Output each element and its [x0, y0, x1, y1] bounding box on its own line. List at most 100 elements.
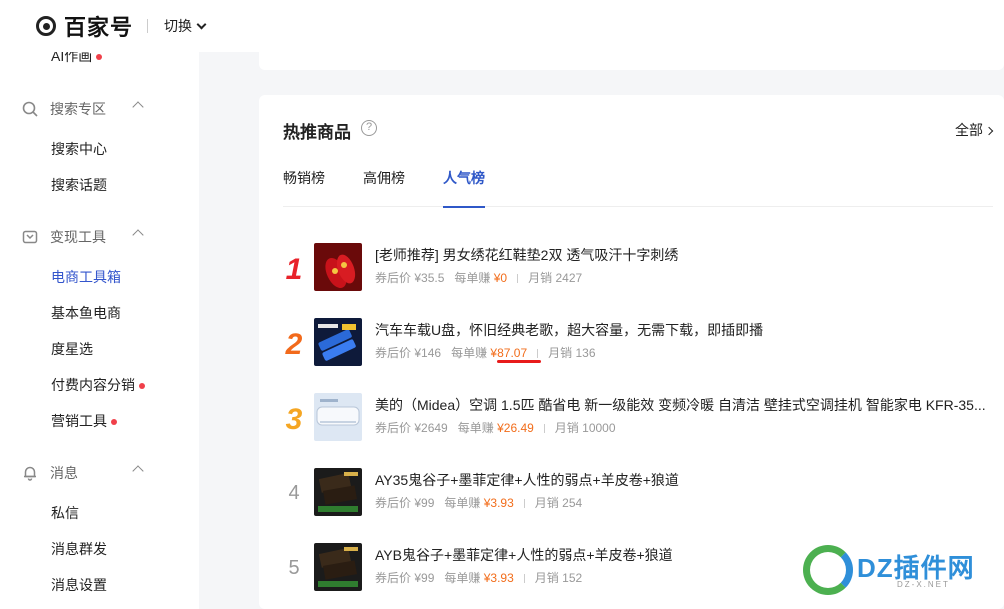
divider — [517, 274, 519, 284]
product-title[interactable]: [老师推荐] 男女绣花红鞋垫2双 透气吸汗十字刺绣 — [375, 245, 995, 265]
logo-icon — [36, 16, 56, 36]
sidebar-item-ecommerce-toolbox[interactable]: 电商工具箱 — [51, 267, 121, 287]
sidebar-item-ai-drawing[interactable]: AI作画 — [51, 52, 103, 66]
sidebar-group-label: 变现工具 — [50, 229, 106, 245]
sales-label: 月销 — [534, 571, 559, 585]
sidebar-item-message-settings[interactable]: 消息设置 — [51, 575, 107, 595]
product-meta: 券后价 ¥99 每单赚 ¥3.93 月销 254 — [375, 494, 582, 511]
sales-label: 月销 — [554, 421, 579, 435]
price-value: ¥35.5 — [414, 271, 445, 285]
divider — [147, 19, 149, 33]
switch-label: 切换 — [164, 18, 193, 34]
sidebar-item-private-messages[interactable]: 私信 — [51, 503, 79, 523]
rank-number: 3 — [285, 403, 303, 436]
sales-label: 月销 — [534, 496, 559, 510]
rank-number: 2 — [285, 328, 303, 361]
earn-label: 每单赚 — [451, 346, 488, 360]
bell-icon — [24, 466, 36, 481]
chevron-right-icon — [984, 126, 994, 136]
rank-number: 5 — [288, 557, 300, 579]
watermark: DZ插件网 DZ-X.NET — [803, 542, 993, 602]
product-meta: 券后价 ¥146 每单赚 ¥87.07 月销 136 — [375, 344, 596, 361]
product-title[interactable]: AY35鬼谷子+墨菲定律+人性的弱点+羊皮卷+狼道 — [375, 470, 995, 490]
handwritten-underline — [497, 360, 541, 363]
earn-label: 每单赚 — [457, 421, 494, 435]
divider — [537, 349, 539, 359]
sidebar-item-paid-content[interactable]: 付费内容分销 — [51, 375, 145, 395]
sidebar-group-monetize[interactable]: 变现工具 — [22, 227, 144, 247]
divider — [523, 574, 525, 584]
new-dot — [139, 383, 145, 390]
sales-label: 月销 — [548, 346, 573, 360]
divider — [523, 499, 525, 509]
sidebar-item-label: 付费内容分销 — [51, 377, 135, 393]
brand-logo[interactable]: 百家号 — [36, 10, 133, 42]
earn-value: ¥87.07 — [490, 346, 528, 360]
sidebar-item-marketing[interactable]: 营销工具 — [51, 411, 117, 431]
divider — [543, 424, 545, 434]
product-row[interactable]: 4 AY35鬼谷子+墨菲定律+人性的弱点+羊皮卷+狼道 券后价 ¥99 每单赚 ¥… — [259, 468, 1004, 528]
earn-value: ¥3.93 — [483, 496, 514, 510]
tab-high-commission[interactable]: 高佣榜 — [363, 168, 405, 207]
earn-value: ¥3.93 — [483, 571, 514, 585]
sidebar-item-jimuyu[interactable]: 基本鱼电商 — [51, 303, 121, 323]
product-row[interactable]: 3 美的（Midea）空调 1.5匹 酷省电 新一级能效 变频冷暖 自清洁 壁挂… — [259, 393, 1004, 453]
sidebar-group-label: 搜索专区 — [50, 101, 106, 117]
product-row[interactable]: 2 汽车车载U盘，怀旧经典老歌，超大容量，无需下载，即插即播 券后价 ¥146 每… — [259, 318, 1004, 378]
product-thumbnail[interactable] — [314, 318, 362, 366]
hot-products-card: 热推商品 ? 全部 畅销榜 高佣榜 人气榜 1 [老师推荐] 男女绣花红鞋垫2双… — [259, 95, 1004, 609]
switch-button[interactable]: 切换 — [164, 16, 207, 36]
tab-bestsellers[interactable]: 畅销榜 — [283, 168, 325, 207]
new-dot — [96, 54, 103, 61]
sidebar-item-label: 营销工具 — [51, 413, 107, 429]
view-all-label: 全部 — [955, 122, 983, 138]
earn-label: 每单赚 — [444, 496, 481, 510]
product-meta: 券后价 ¥35.5 每单赚 ¥0 月销 2427 — [375, 269, 582, 286]
card-title: 热推商品 — [283, 123, 351, 142]
product-title[interactable]: 汽车车载U盘，怀旧经典老歌，超大容量，无需下载，即插即播 — [375, 320, 995, 340]
ranking-tabs: 畅销榜 高佣榜 人气榜 — [283, 165, 993, 208]
price-label: 券后价 — [375, 571, 412, 585]
chevron-up-icon — [132, 101, 144, 113]
tab-popularity[interactable]: 人气榜 — [443, 168, 485, 208]
product-thumbnail[interactable] — [314, 468, 362, 516]
view-all-link[interactable]: 全部 — [955, 120, 994, 140]
earn-label: 每单赚 — [444, 571, 481, 585]
sales-value: 136 — [575, 346, 596, 360]
sidebar-item-search-topics[interactable]: 搜索话题 — [51, 175, 107, 195]
earn-value: ¥26.49 — [497, 421, 534, 435]
price-value: ¥146 — [414, 346, 442, 360]
sidebar-item-label: AI作画 — [51, 52, 93, 64]
price-value: ¥2649 — [414, 421, 448, 435]
new-dot — [111, 419, 117, 426]
product-title[interactable]: 美的（Midea）空调 1.5匹 酷省电 新一级能效 变频冷暖 自清洁 壁挂式空… — [375, 395, 995, 415]
product-thumbnail[interactable] — [314, 393, 362, 441]
earn-label: 每单赚 — [454, 271, 491, 285]
product-meta: 券后价 ¥2649 每单赚 ¥26.49 月销 10000 — [375, 419, 616, 436]
product-meta: 券后价 ¥99 每单赚 ¥3.93 月销 152 — [375, 569, 582, 586]
rank-number: 4 — [288, 482, 300, 504]
sidebar-group-search[interactable]: 搜索专区 — [22, 99, 144, 119]
earn-value: ¥0 — [493, 271, 508, 285]
help-icon[interactable]: ? — [361, 120, 377, 136]
price-label: 券后价 — [375, 346, 412, 360]
product-row[interactable]: 1 [老师推荐] 男女绣花红鞋垫2双 透气吸汗十字刺绣 券后价 ¥35.5 每单赚… — [259, 243, 1004, 303]
sidebar: AI作画 搜索专区 搜索中心 搜索话题 变现工具 电商工具箱 基本鱼电商 度星选… — [0, 52, 199, 609]
sidebar-group-label: 消息 — [50, 465, 78, 481]
sales-value: 254 — [562, 496, 583, 510]
top-bar: 百家号 切换 — [0, 0, 1004, 52]
sales-label: 月销 — [528, 271, 553, 285]
price-label: 券后价 — [375, 271, 412, 285]
chevron-up-icon — [132, 229, 144, 241]
sidebar-item-search-center[interactable]: 搜索中心 — [51, 139, 107, 159]
sales-value: 152 — [562, 571, 583, 585]
sales-value: 2427 — [555, 271, 583, 285]
sidebar-item-duxingxuan[interactable]: 度星选 — [51, 339, 93, 359]
chevron-up-icon — [132, 465, 144, 477]
rank-number: 1 — [285, 253, 303, 286]
sidebar-group-messages[interactable]: 消息 — [22, 463, 144, 483]
product-thumbnail[interactable] — [314, 543, 362, 591]
sidebar-item-group-messages[interactable]: 消息群发 — [51, 539, 107, 559]
product-thumbnail[interactable] — [314, 243, 362, 291]
price-label: 券后价 — [375, 496, 412, 510]
